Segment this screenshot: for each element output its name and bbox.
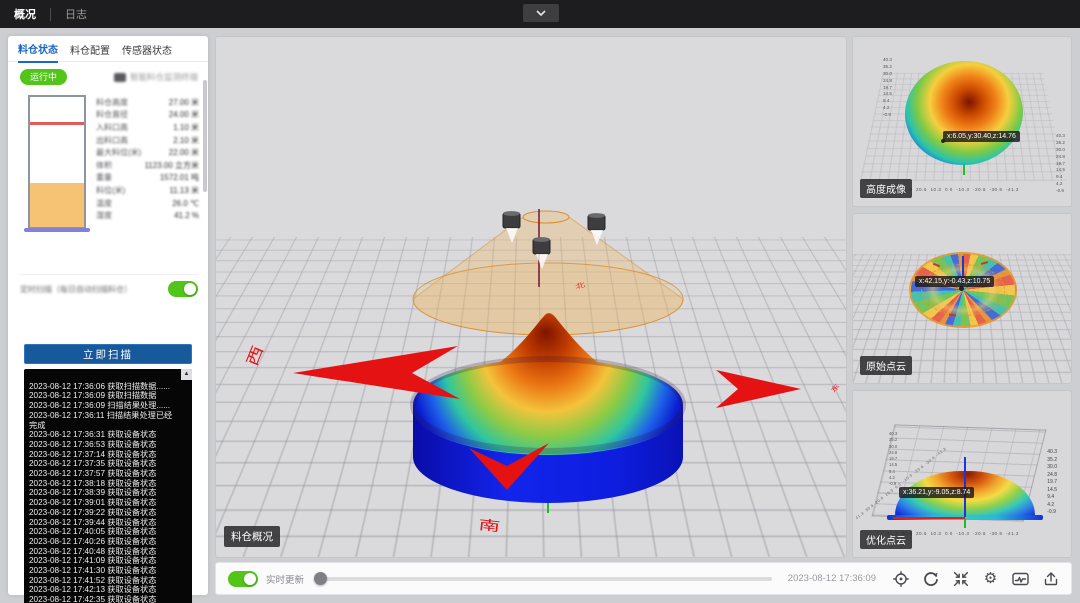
slider-handle[interactable] [314,571,328,585]
collapse-header-button[interactable] [523,4,559,22]
material-mound [410,313,686,503]
device-icon [113,72,126,82]
monitor-chart-icon[interactable] [1012,570,1029,587]
main-view-label: 料仓概况 [224,526,280,547]
silo-parameter-list: 料仓高度 27.00 米 料仓直径 24.00 米 入料口高 1.10 米 出料口高 2… [96,96,199,222]
coordinate-tooltip: x:36.21,y:-9.05,z:8.74 [899,487,975,498]
schedule-toggle-label: 定时扫描（每日自动扫描料仓） [20,284,132,294]
sidebar-scrollbar[interactable] [203,80,207,192]
silo-base [24,228,90,232]
status-badge: 运行中 [20,69,68,85]
west-arrow-icon [293,346,460,399]
realtime-label: 实时更新 [266,574,305,586]
scan-now-button[interactable]: 立即扫描 [24,344,192,364]
gear-icon[interactable]: ⚙ [982,570,999,587]
panel-label: 高度成像 [860,179,912,198]
slider-track[interactable] [314,576,772,581]
aim-icon[interactable] [892,570,909,587]
param-row: 温度 26.0 ℃ [96,198,199,208]
raw-pointcloud-panel[interactable]: x:42.15,y:-0.43,z:10.75 原始点云 [852,213,1072,384]
param-row: 入料口高 1.10 米 [96,122,199,132]
right-axis-ticks: 40.3 35.2 30.0 24.8 19.7 14.5 9.4 4.2 -0… [1056,133,1065,194]
y-axis-tick [963,165,965,175]
param-row: 出料口高 2.10 米 [96,135,199,145]
log-lines: 2023-08-12 17:36:06 获取扫描数据...... 2023-08… [29,381,173,603]
param-row: 料仓直径 24.00 米 [96,110,199,120]
x-axis-line [893,517,965,519]
top-tab-overview[interactable]: 概况 [0,0,50,28]
optimized-pointcloud-panel[interactable]: 40.3 35.2 30.0 24.8 19.7 14.5 9.4 4.2 -0… [852,390,1072,558]
silo-3d-view[interactable]: 西 南 东 北 料仓概况 [215,36,847,558]
log-console[interactable]: 2023-08-12 17:36:06 获取扫描数据...... 2023-08… [24,369,192,603]
app-window: 概况 日志 料仓状态 料仓配置 传感器状态 运行中 智能料仓监测终端 料仓高度 … [0,0,1080,603]
silo-3d-scene: 西 南 东 北 [243,209,841,534]
left-axis-ticks: 40.3 35.2 30.0 24.8 19.7 14.5 9.4 4.2 -0… [883,57,892,118]
compass-south-label: 南 [478,517,501,534]
chevron-down-icon [535,9,547,17]
y-axis-line [964,519,966,528]
toolbar-icons: ⚙ [892,570,1059,587]
export-icon[interactable] [1042,570,1059,587]
height-imaging-panel[interactable]: 40.3 35.2 30.0 24.8 19.7 14.5 9.4 4.2 -0… [852,36,1072,207]
param-row: 最大料位(米) 22.00 米 [96,148,199,158]
scroll-up-icon[interactable]: ▲ [181,369,192,380]
east-arrow-icon [716,370,801,408]
log-scrollbar[interactable]: ▲ ▼ [181,369,192,603]
panel-label: 原始点云 [860,356,912,375]
coordinate-tooltip: x:6.05,y:30.40,z:14.76 [943,131,1020,142]
left-axis-ticks: 40.3 35.2 30.0 24.8 19.7 14.5 9.4 4.2 -0… [889,431,898,487]
silo-fill-level [30,182,84,227]
param-row: 料仓高度 27.00 米 [96,97,199,107]
refresh-icon[interactable] [922,570,939,587]
compass-east-label: 东 [829,382,841,394]
realtime-toggle[interactable] [228,570,258,587]
compass-west-label: 西 [243,343,266,368]
silo-level-indicator [24,95,90,232]
silo-alarm-line [30,121,84,125]
sidebar-tabs: 料仓状态 料仓配置 传感器状态 [8,35,208,63]
tab-silo-status[interactable]: 料仓状态 [18,35,58,63]
param-row: 料位(米) 11.13 米 [96,185,199,195]
coordinate-tooltip: x:42.15,y:-0.43,z:10.75 [915,276,995,287]
playback-bar: 实时更新 2023-08-12 17:36:09 ⚙ [215,562,1072,595]
collapse-view-icon[interactable] [952,570,969,587]
param-row: 重量 1572.01 吨 [96,173,199,183]
schedule-toggle[interactable] [168,281,198,297]
tab-silo-config[interactable]: 料仓配置 [70,36,110,62]
timeline-slider[interactable] [314,571,772,586]
top-tab-log[interactable]: 日志 [51,0,101,28]
current-timestamp: 2023-08-12 17:36:09 [787,573,876,584]
right-axis-ticks: 40.3 35.2 30.0 24.8 19.7 14.5 9.4 4.2 -0… [1047,449,1057,515]
param-row: 体积 1123.00 立方米 [96,160,199,170]
tab-sensor-status[interactable]: 传感器状态 [122,36,172,62]
param-row: 湿度 41.2 % [96,211,199,221]
panel-label: 优化点云 [860,530,912,549]
sidebar: 料仓状态 料仓配置 传感器状态 运行中 智能料仓监测终端 料仓高度 27.00 米… [8,35,208,603]
device-info: 智能料仓监测终端 [113,71,198,83]
